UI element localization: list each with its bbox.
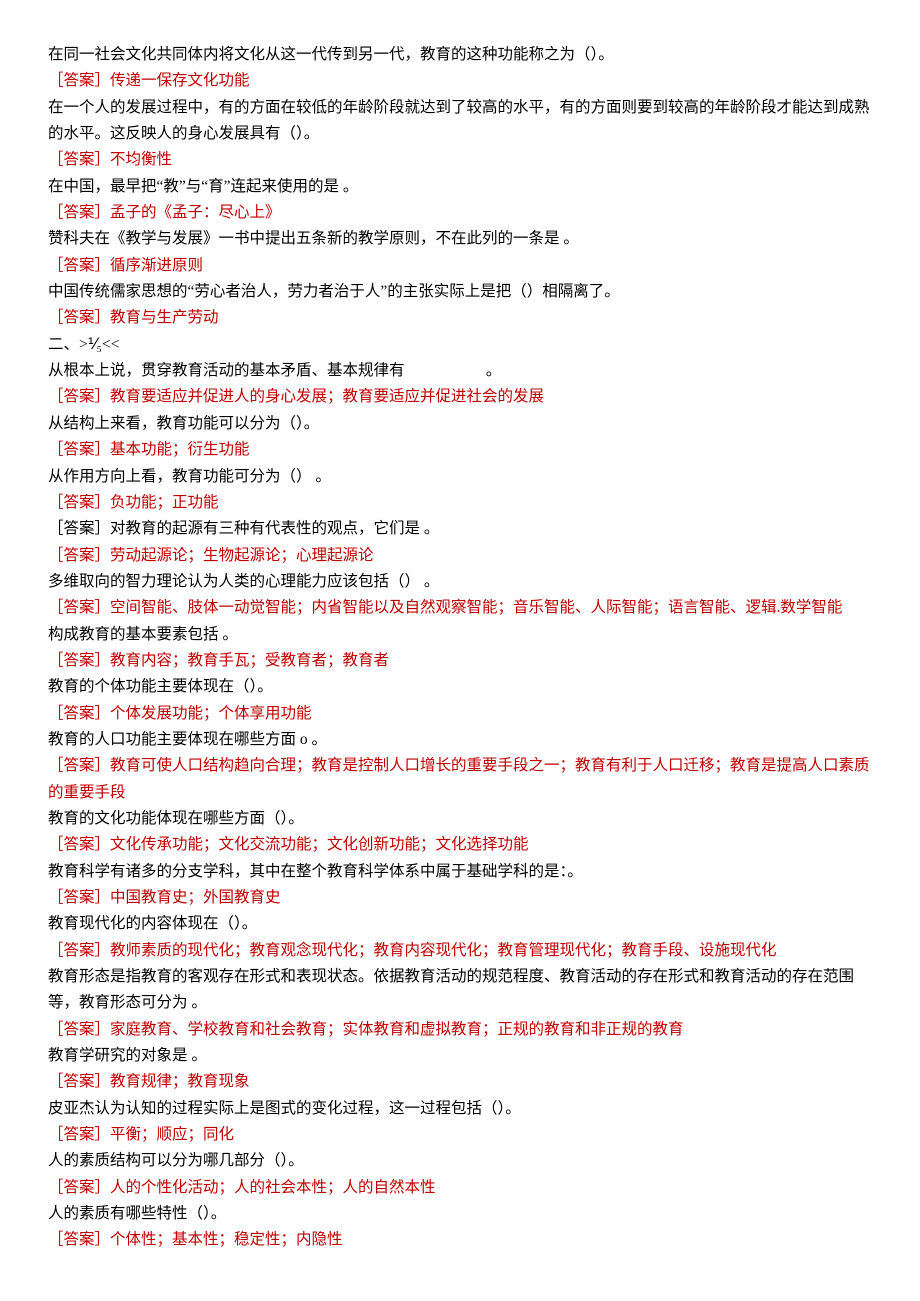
answer-text: ［答案］教育要适应并促进人的身心发展；教育要适应并促进社会的发展 xyxy=(48,384,872,410)
answer-text: ［答案］不均衡性 xyxy=(48,147,872,173)
question-text: 构成教育的基本要素包括 。 xyxy=(48,622,872,648)
answer-text: ［答案］教育与生产劳动 xyxy=(48,305,872,331)
answer-text: ［答案］传递一保存文化功能 xyxy=(48,68,872,94)
answer-text: ［答案］教育规律；教育现象 xyxy=(48,1069,872,1095)
answer-text: ［答案］个体性；基本性；稳定性；内隐性 xyxy=(48,1227,872,1253)
question-text: 人的素质结构可以分为哪几部分（）。 xyxy=(48,1148,872,1174)
answer-text: ［答案］教育可使人口结构趋向合理；教育是控制人口增长的重要手段之一；教育有利于人… xyxy=(48,753,872,806)
question-text: 赞科夫在《教学与发展》一书中提出五条新的教学原则，不在此列的一条是 。 xyxy=(48,226,872,252)
answer-text: ［答案］循序渐进原则 xyxy=(48,253,872,279)
question-text: 人的素质有哪些特性（）。 xyxy=(48,1201,872,1227)
answer-text: ［答案］个体发展功能；个体享用功能 xyxy=(48,701,872,727)
question-text: 在一个人的发展过程中，有的方面在较低的年龄阶段就达到了较高的水平，有的方面则要到… xyxy=(48,95,872,148)
question-text: 皮亚杰认为认知的过程实际上是图式的变化过程，这一过程包括（）。 xyxy=(48,1096,872,1122)
answer-text: ［答案］中国教育史；外国教育史 xyxy=(48,885,872,911)
question-text: 从根本上说，贯穿教育活动的基本矛盾、基本规律有 。 xyxy=(48,358,872,384)
answer-text: ［答案］空间智能、肢体一动觉智能；内省智能以及自然观察智能；音乐智能、人际智能；… xyxy=(48,595,872,621)
question-text: 多维取向的智力理论认为人类的心理能力应该包括（） 。 xyxy=(48,569,872,595)
answer-text: ［答案］劳动起源论；生物起源论；心理起源论 xyxy=(48,543,872,569)
question-text: 教育的文化功能体现在哪些方面（）。 xyxy=(48,806,872,832)
document-body: 在同一社会文化共同体内将文化从这一代传到另一代，教育的这种功能称之为（）。［答案… xyxy=(48,42,872,1254)
answer-text: ［答案］负功能；正功能 xyxy=(48,490,872,516)
question-text: 在中国，最早把“教”与“育”连起来使用的是 。 xyxy=(48,174,872,200)
question-text: 从作用方向上看，教育功能可分为（） 。 xyxy=(48,464,872,490)
question-text: 在同一社会文化共同体内将文化从这一代传到另一代，教育的这种功能称之为（）。 xyxy=(48,42,872,68)
question-text: ［答案］对教育的起源有三种有代表性的观点，它们是 。 xyxy=(48,516,872,542)
question-text: 中国传统儒家思想的“劳心者治人，劳力者治于人”的主张实际上是把（）相隔离了。 xyxy=(48,279,872,305)
answer-text: ［答案］教育内容；教育手瓦；受教育者；教育者 xyxy=(48,648,872,674)
question-text: 教育现代化的内容体现在（）。 xyxy=(48,911,872,937)
answer-text: ［答案］平衡；顺应；同化 xyxy=(48,1122,872,1148)
question-text: 教育形态是指教育的客观存在形式和表现状态。依据教育活动的规范程度、教育活动的存在… xyxy=(48,964,872,1017)
question-text: 二、>⅟₅<< xyxy=(48,332,872,358)
answer-text: ［答案］基本功能；衍生功能 xyxy=(48,437,872,463)
question-text: 教育科学有诸多的分支学科，其中在整个教育科学体系中属于基础学科的是：。 xyxy=(48,859,872,885)
question-text: 从结构上来看，教育功能可以分为（）。 xyxy=(48,411,872,437)
answer-text: ［答案］家庭教育、学校教育和社会教育；实体教育和虚拟教育；正规的教育和非正规的教… xyxy=(48,1017,872,1043)
answer-text: ［答案］教师素质的现代化；教育观念现代化；教育内容现代化；教育管理现代化；教育手… xyxy=(48,938,872,964)
answer-text: ［答案］人的个性化活动；人的社会本性；人的自然本性 xyxy=(48,1175,872,1201)
question-text: 教育的个体功能主要体现在（）。 xyxy=(48,674,872,700)
answer-text: ［答案］文化传承功能；文化交流功能；文化创新功能；文化选择功能 xyxy=(48,832,872,858)
answer-text: ［答案］孟子的《孟子：尽心上》 xyxy=(48,200,872,226)
question-text: 教育的人口功能主要体现在哪些方面 o 。 xyxy=(48,727,872,753)
question-text: 教育学研究的对象是 。 xyxy=(48,1043,872,1069)
